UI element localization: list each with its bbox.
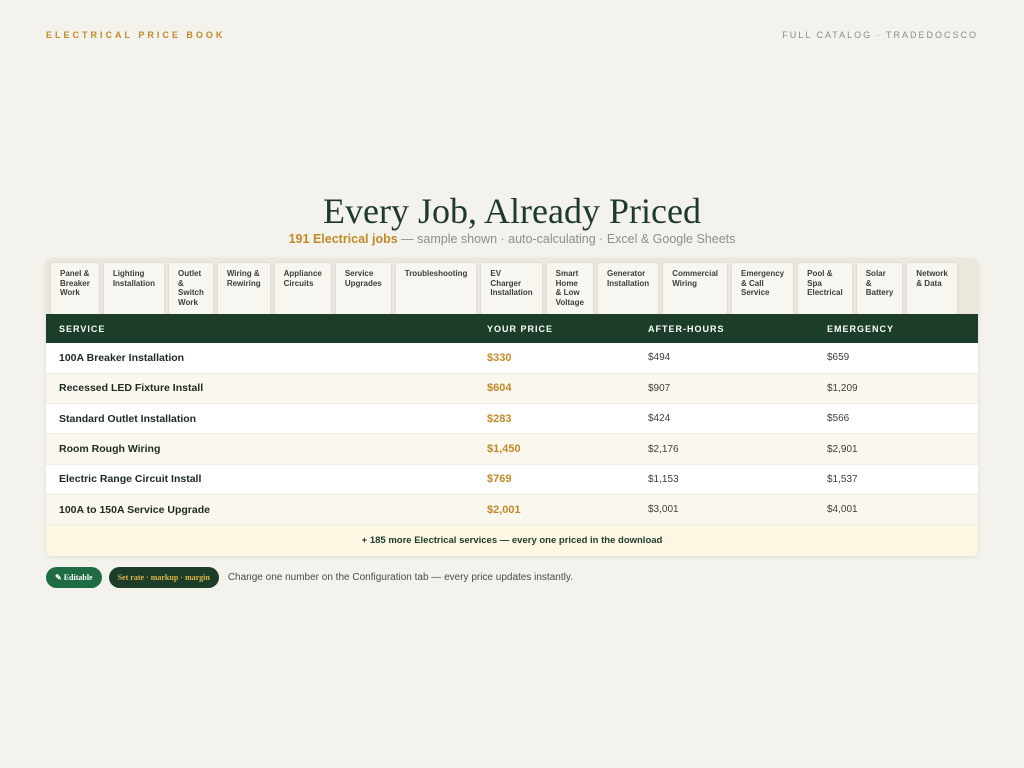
editable-badge: ✎ Editable xyxy=(46,567,102,588)
emergency-price: $4,001 xyxy=(814,494,978,526)
tab-lighting-installation[interactable]: Lighting Installation xyxy=(102,262,166,314)
footer-note: Change one number on the Configuration t… xyxy=(227,572,573,583)
tab-outlet-switch-work[interactable]: Outlet & Switch Work xyxy=(168,262,214,314)
your-price: $330 xyxy=(474,343,635,374)
tab-smart-home-low-voltage[interactable]: Smart Home & Low Voltage xyxy=(545,262,594,314)
emergency-price: $566 xyxy=(814,403,978,435)
table-row: Electric Range Circuit Install $769 $1,1… xyxy=(46,464,978,495)
after-hours-price: $1,153 xyxy=(635,464,814,495)
tab-solar-battery[interactable]: Solar & Battery xyxy=(855,262,904,314)
tab-pool-spa-electrical[interactable]: Pool & Spa Electrical xyxy=(797,262,853,314)
price-table: SERVICE YOUR PRICE AFTER-HOURS EMERGENCY… xyxy=(46,314,978,526)
tab-commercial-wiring[interactable]: Commercial Wiring xyxy=(662,262,728,314)
tab-ev-charger-installation[interactable]: EV Charger Installation xyxy=(480,262,543,314)
your-price: $604 xyxy=(474,373,635,405)
service-name: Recessed LED Fixture Install xyxy=(46,373,474,405)
service-name: Standard Outlet Installation xyxy=(46,403,474,435)
table-row: 100A to 150A Service Upgrade $2,001 $3,0… xyxy=(46,494,978,526)
brand-label: ELECTRICAL PRICE BOOK xyxy=(46,30,226,40)
after-hours-price: $907 xyxy=(635,373,814,405)
after-hours-price: $2,176 xyxy=(635,433,814,465)
tab-emergency-call-service[interactable]: Emergency & Call Service xyxy=(731,262,795,314)
tab-wiring-rewiring[interactable]: Wiring & Rewiring xyxy=(216,262,271,314)
tab-appliance-circuits[interactable]: Appliance Circuits xyxy=(273,262,332,314)
col-header-service: SERVICE xyxy=(46,314,474,343)
config-badge: Set rate · markup · margin xyxy=(108,567,219,588)
col-header-emergency: EMERGENCY xyxy=(814,314,978,343)
catalog-label: FULL CATALOG · TRADEDOCSCO xyxy=(782,30,978,40)
page-title: Every Job, Already Priced xyxy=(323,191,701,231)
more-services-banner: + 185 more Electrical services — every o… xyxy=(46,525,978,557)
table-row: Standard Outlet Installation $283 $424 $… xyxy=(46,403,978,435)
col-header-after-hours: AFTER-HOURS xyxy=(635,314,814,343)
table-row: Room Rough Wiring $1,450 $2,176 $2,901 xyxy=(46,433,978,465)
your-price: $769 xyxy=(474,464,635,495)
table-header-row: SERVICE YOUR PRICE AFTER-HOURS EMERGENCY xyxy=(46,314,978,343)
col-header-your-price: YOUR PRICE xyxy=(474,314,635,343)
subtitle-rest: — sample shown · auto-calculating · Exce… xyxy=(397,232,736,246)
after-hours-price: $3,001 xyxy=(635,494,814,526)
table-row: Recessed LED Fixture Install $604 $907 $… xyxy=(46,373,978,405)
price-table-card: Panel & Breaker Work Lighting Installatio… xyxy=(46,258,978,557)
tab-panel-breaker-work[interactable]: Panel & Breaker Work xyxy=(50,262,100,314)
emergency-price: $1,209 xyxy=(814,373,978,405)
emergency-price: $2,901 xyxy=(814,433,978,465)
job-count: 191 Electrical jobs xyxy=(288,232,398,246)
after-hours-price: $424 xyxy=(635,403,814,435)
service-name: Room Rough Wiring xyxy=(46,433,474,465)
tab-service-upgrades[interactable]: Service Upgrades xyxy=(334,262,392,314)
table-row: 100A Breaker Installation $330 $494 $659 xyxy=(46,343,978,374)
service-name: 100A Breaker Installation xyxy=(46,343,474,374)
tab-generator-installation[interactable]: Generator Installation xyxy=(596,262,660,314)
emergency-price: $1,537 xyxy=(814,464,978,495)
your-price: $2,001 xyxy=(474,494,635,526)
page-subtitle: 191 Electrical jobs — sample shown · aut… xyxy=(0,232,1024,246)
emergency-price: $659 xyxy=(814,343,978,374)
tab-troubleshooting[interactable]: Troubleshooting xyxy=(394,262,478,314)
your-price: $283 xyxy=(474,403,635,435)
after-hours-price: $494 xyxy=(635,343,814,374)
footer-bar: ✎ Editable Set rate · markup · margin Ch… xyxy=(46,567,573,588)
service-name: 100A to 150A Service Upgrade xyxy=(46,494,474,526)
tab-network-data[interactable]: Network & Data xyxy=(906,262,958,314)
category-tabs: Panel & Breaker Work Lighting Installatio… xyxy=(46,258,978,314)
service-name: Electric Range Circuit Install xyxy=(46,464,474,495)
your-price: $1,450 xyxy=(474,433,635,465)
